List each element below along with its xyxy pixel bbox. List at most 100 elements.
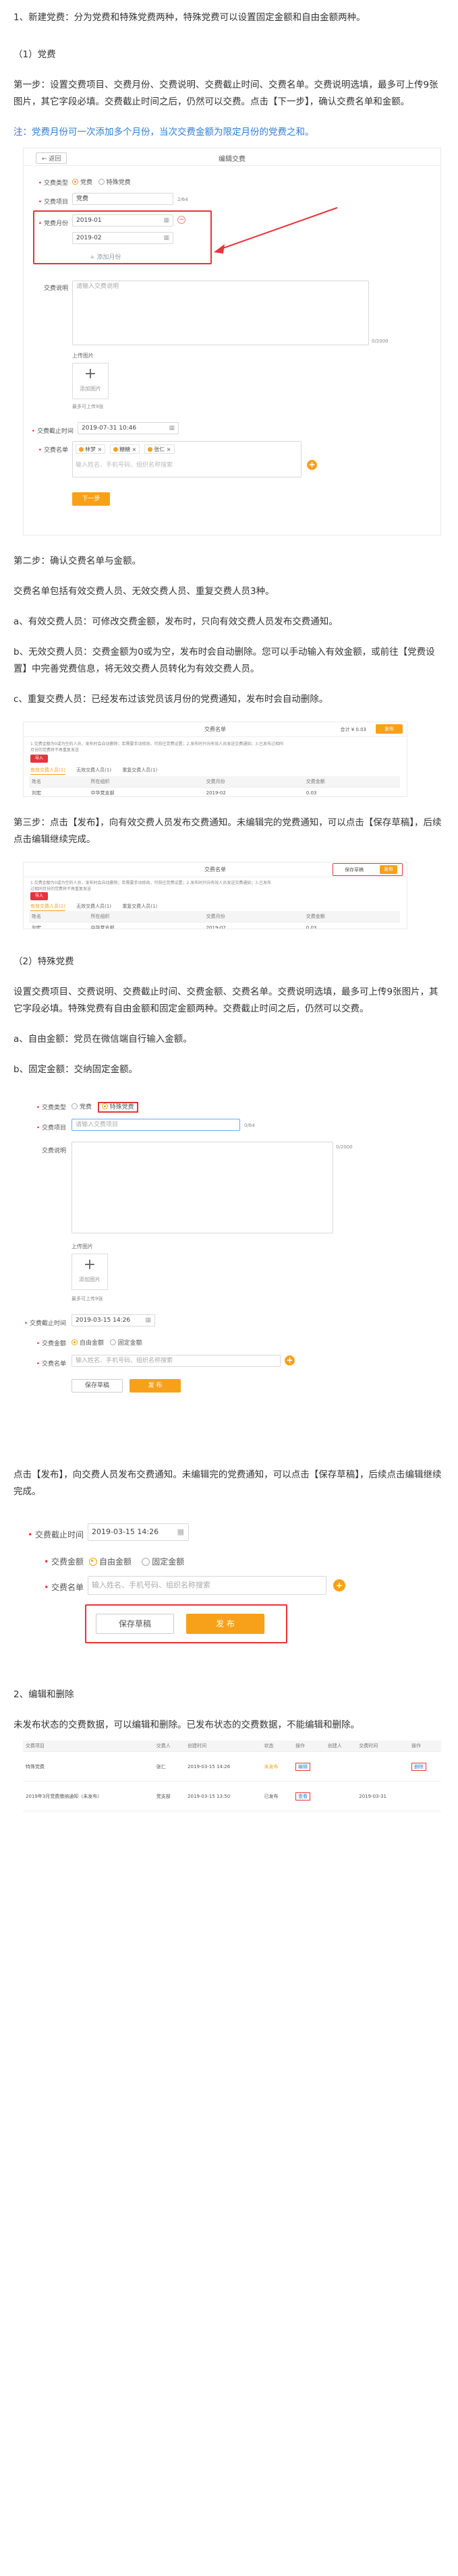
delete-link[interactable]: 删除 <box>411 1762 427 1771</box>
type-label: • 交费类型 <box>36 1105 66 1111</box>
desc-textarea[interactable] <box>71 1142 333 1233</box>
list-box[interactable]: 林梦 × 糖糖 × 张仁 × 输入姓名、手机号码、组织名称搜索 <box>72 441 302 477</box>
arrow-annotation <box>214 207 338 254</box>
project-input[interactable]: 党费 <box>72 193 173 205</box>
free-amount-text: a、自由金额：党员在微信端自行输入金额。 <box>13 1034 192 1045</box>
member-table: 姓名 所在组织 交费月份 交费金额 刘宏 中华党支部 2019-02 0.03 <box>29 911 400 929</box>
deadline-input[interactable]: 2019-03-15 14:26 ▦ <box>71 1314 155 1326</box>
publish-button[interactable]: 发 布 <box>186 1614 264 1634</box>
amount-cell[interactable]: 0.03 <box>303 787 400 796</box>
edit-link[interactable]: 编辑 <box>295 1762 310 1771</box>
list-header: 交费名单 保存草稿 发布 <box>24 862 407 877</box>
member-tag[interactable]: 张仁 × <box>144 444 175 454</box>
table-header-row: 姓名 所在组织 交费月份 交费金额 <box>29 911 400 923</box>
project-count: 0/64 <box>244 1123 255 1128</box>
add-image-button[interactable]: + 添加图片 <box>72 363 109 399</box>
radio-free-amount[interactable] <box>71 1339 78 1345</box>
publish-button[interactable]: 发 布 <box>130 1379 181 1393</box>
list-search-input[interactable]: 输入姓名、手机号码、组织名称搜索 <box>76 461 298 470</box>
member-table: 姓名 所在组织 交费月份 交费金额 刘宏 中华党支部 2019-02 0.03 <box>29 776 400 796</box>
table-header-row: 交费项目 交费人 创建时间 状态 操作 创建人 交费时间 操作 <box>23 1740 441 1752</box>
amount-radio-group[interactable]: 自由金额 固定金额 <box>71 1338 142 1347</box>
section2-desc: 设置交费项目、交费说明、交费截止时间、交费金额、交费名单。交费说明选填，最多可上… <box>13 987 438 1014</box>
list-types-text: 交费名单包括有效交费人员、无效交费人员、重复交费人员3种。 <box>13 586 275 597</box>
invalid-members-text: b、无效交费人员：交费金额为0或为空，发布时会自动删除。您可以手动输入有效金额，… <box>13 647 435 674</box>
tab-invalid[interactable]: 无效交费人员(1) <box>76 904 111 909</box>
desc-label: 交费说明 <box>41 1148 66 1154</box>
list-label: • 交费名单 <box>38 447 68 454</box>
tab-duplicate[interactable]: 重复交费人员(1) <box>122 767 157 773</box>
deadline-input[interactable]: 2019-07-31 10:46 ▦ <box>78 422 179 434</box>
next-button[interactable]: 下一步 <box>72 492 110 506</box>
radio-fixed-amount[interactable] <box>109 1339 116 1345</box>
member-tag[interactable]: 糖糖 × <box>110 444 140 454</box>
table-header-row: 姓名 所在组织 交费月份 交费金额 <box>29 776 400 788</box>
upload-label: 上传图片 <box>72 353 94 359</box>
publish-screenshot: 交费名单 保存草稿 发布 1.交费金额为0或为空的人员，发布时会自动删除；若需要… <box>23 862 407 929</box>
special-fee-highlight: 特殊党费 <box>97 1102 138 1113</box>
publish-desc-text: 点击【发布】，向交费人员发布交费通知。未编辑完的党费通知，可以点击【保存草稿】，… <box>13 1469 442 1497</box>
list-search-input[interactable]: 输入姓名、手机号码、组织名称搜索 <box>71 1355 281 1367</box>
radio-free-amount[interactable] <box>89 1557 97 1566</box>
fee-table: 交费项目 交费人 创建时间 状态 操作 创建人 交费时间 操作 特殊党费 张仁 2019-03-1… <box>23 1740 441 1811</box>
total-amount: 合计 ¥ 0.03 <box>340 727 367 732</box>
form-title: 编辑交费 <box>219 156 246 163</box>
desc-label: 交费说明 <box>43 285 68 292</box>
tab-invalid[interactable]: 无效交费人员(1) <box>76 767 111 773</box>
save-draft-button[interactable]: 保存草稿 <box>96 1614 174 1634</box>
radio-party-fee[interactable] <box>72 179 78 185</box>
save-draft-button[interactable]: 保存草稿 <box>71 1379 123 1393</box>
valid-members-text: a、有效交费人员：可修改交费金额，发布时，只向有效交费人员发布交费通知。 <box>13 616 338 627</box>
deadline-label: • 交费截止时间 <box>28 1530 84 1540</box>
plus-icon: + <box>83 1256 96 1273</box>
add-image-button[interactable]: + 添加图片 <box>71 1254 108 1290</box>
article: 1、新建党费：分为党费和特殊党费两种，特殊党费可以设置固定金额和自由金额两种。 … <box>0 0 458 1859</box>
deadline-input[interactable]: 2019-03-15 14:26 ▦ <box>88 1523 189 1541</box>
amount-radio-group[interactable]: 自由金额 固定金额 <box>89 1556 184 1567</box>
add-member-icon[interactable]: + <box>285 1355 295 1366</box>
member-tag[interactable]: 林梦 × <box>76 444 106 454</box>
publish-button[interactable]: 发布 <box>376 724 403 734</box>
member-tabs[interactable]: 有效交费人员(1) 无效交费人员(1) 重复交费人员(1) <box>30 767 167 775</box>
list-search-input[interactable]: 输入姓名、手机号码、组织名称搜索 <box>88 1576 326 1595</box>
tab-duplicate[interactable]: 重复交费人员(1) <box>122 904 157 909</box>
edit-delete-table-screenshot: 交费项目 交费人 创建时间 状态 操作 创建人 交费时间 操作 特殊党费 张仁 2019-03-1… <box>23 1740 441 1828</box>
type-label: • 交费类型 <box>38 180 68 187</box>
list-label: • 交费名单 <box>44 1583 84 1592</box>
intro-text: 1、新建党费：分为党费和特殊党费两种，特殊党费可以设置固定金额和自由金额两种。 <box>13 12 366 23</box>
table-row: 2019年3月党费缴纳通知（未发布） 党支部 2019-03-15 13:50 已发布… <box>23 1781 441 1811</box>
list-label: • 交费名单 <box>36 1361 66 1368</box>
fee-list-screenshot: 交费名单 合计 ¥ 0.03 发布 1.交费金额为0或为空的人员，发布时会自动删… <box>23 722 407 797</box>
deadline-label: • 交费截止时间 <box>31 428 74 435</box>
project-count: 2/64 <box>177 197 188 202</box>
type-radio-group[interactable]: 党费 特殊党费 <box>72 177 131 186</box>
plus-icon: + <box>84 365 97 382</box>
form-header: ← 返回 编辑交费 <box>24 148 440 166</box>
special-fee-form-screenshot: • 交费类型 党费 特殊党费 • 交费项目 请输入交费项目 0/64 交费说明 … <box>23 1092 441 1456</box>
radio-special-fee[interactable] <box>98 179 105 185</box>
zoomed-form-screenshot: • 交费截止时间 2019-03-15 14:26 ▦ • 交费金额 自由金额 固… <box>23 1514 441 1662</box>
view-link[interactable]: 查看 <box>295 1792 310 1801</box>
desc-textarea[interactable]: 请输入交费说明 <box>72 281 369 345</box>
import-button[interactable]: 导入 <box>30 892 48 900</box>
tab-valid[interactable]: 有效交费人员(1) <box>30 904 65 911</box>
radio-party-fee[interactable] <box>71 1103 78 1109</box>
section3-heading: 2、编辑和删除 <box>13 1689 74 1700</box>
radio-special-fee[interactable] <box>101 1103 108 1109</box>
project-label: • 交费项目 <box>36 1125 66 1132</box>
import-button[interactable]: 导入 <box>30 755 48 763</box>
info-text: 1.交费金额为0或为空的人员，发布时会自动删除；若需要手动修改，可前往党费设置；… <box>30 881 271 891</box>
tab-valid[interactable]: 有效交费人员(1) <box>30 767 65 775</box>
step1-text: 第一步：设置交费项目、交费月份、交费说明、交费截止时间、交费名单。交费说明选填，… <box>13 80 438 107</box>
add-member-icon[interactable]: + <box>307 460 317 470</box>
section3-desc: 未发布状态的交费数据，可以编辑和删除。已发布状态的交费数据，不能编辑和删除。 <box>13 1720 360 1730</box>
upload-tip: 最多可上传9张 <box>72 404 104 409</box>
duplicate-members-text: c、重复交费人员：已经发布过该党员该月份的党费通知，发布时会自动删除。 <box>13 694 328 705</box>
type-radio-group[interactable]: 党费 特殊党费 <box>71 1102 138 1113</box>
project-input[interactable]: 请输入交费项目 <box>71 1119 240 1131</box>
section2-heading: （2）特殊党费 <box>13 956 74 967</box>
add-member-icon[interactable]: + <box>333 1579 345 1591</box>
month-highlight-box <box>33 210 212 264</box>
member-tabs[interactable]: 有效交费人员(1) 无效交费人员(1) 重复交费人员(1) <box>30 903 167 911</box>
radio-fixed-amount[interactable] <box>142 1557 150 1566</box>
